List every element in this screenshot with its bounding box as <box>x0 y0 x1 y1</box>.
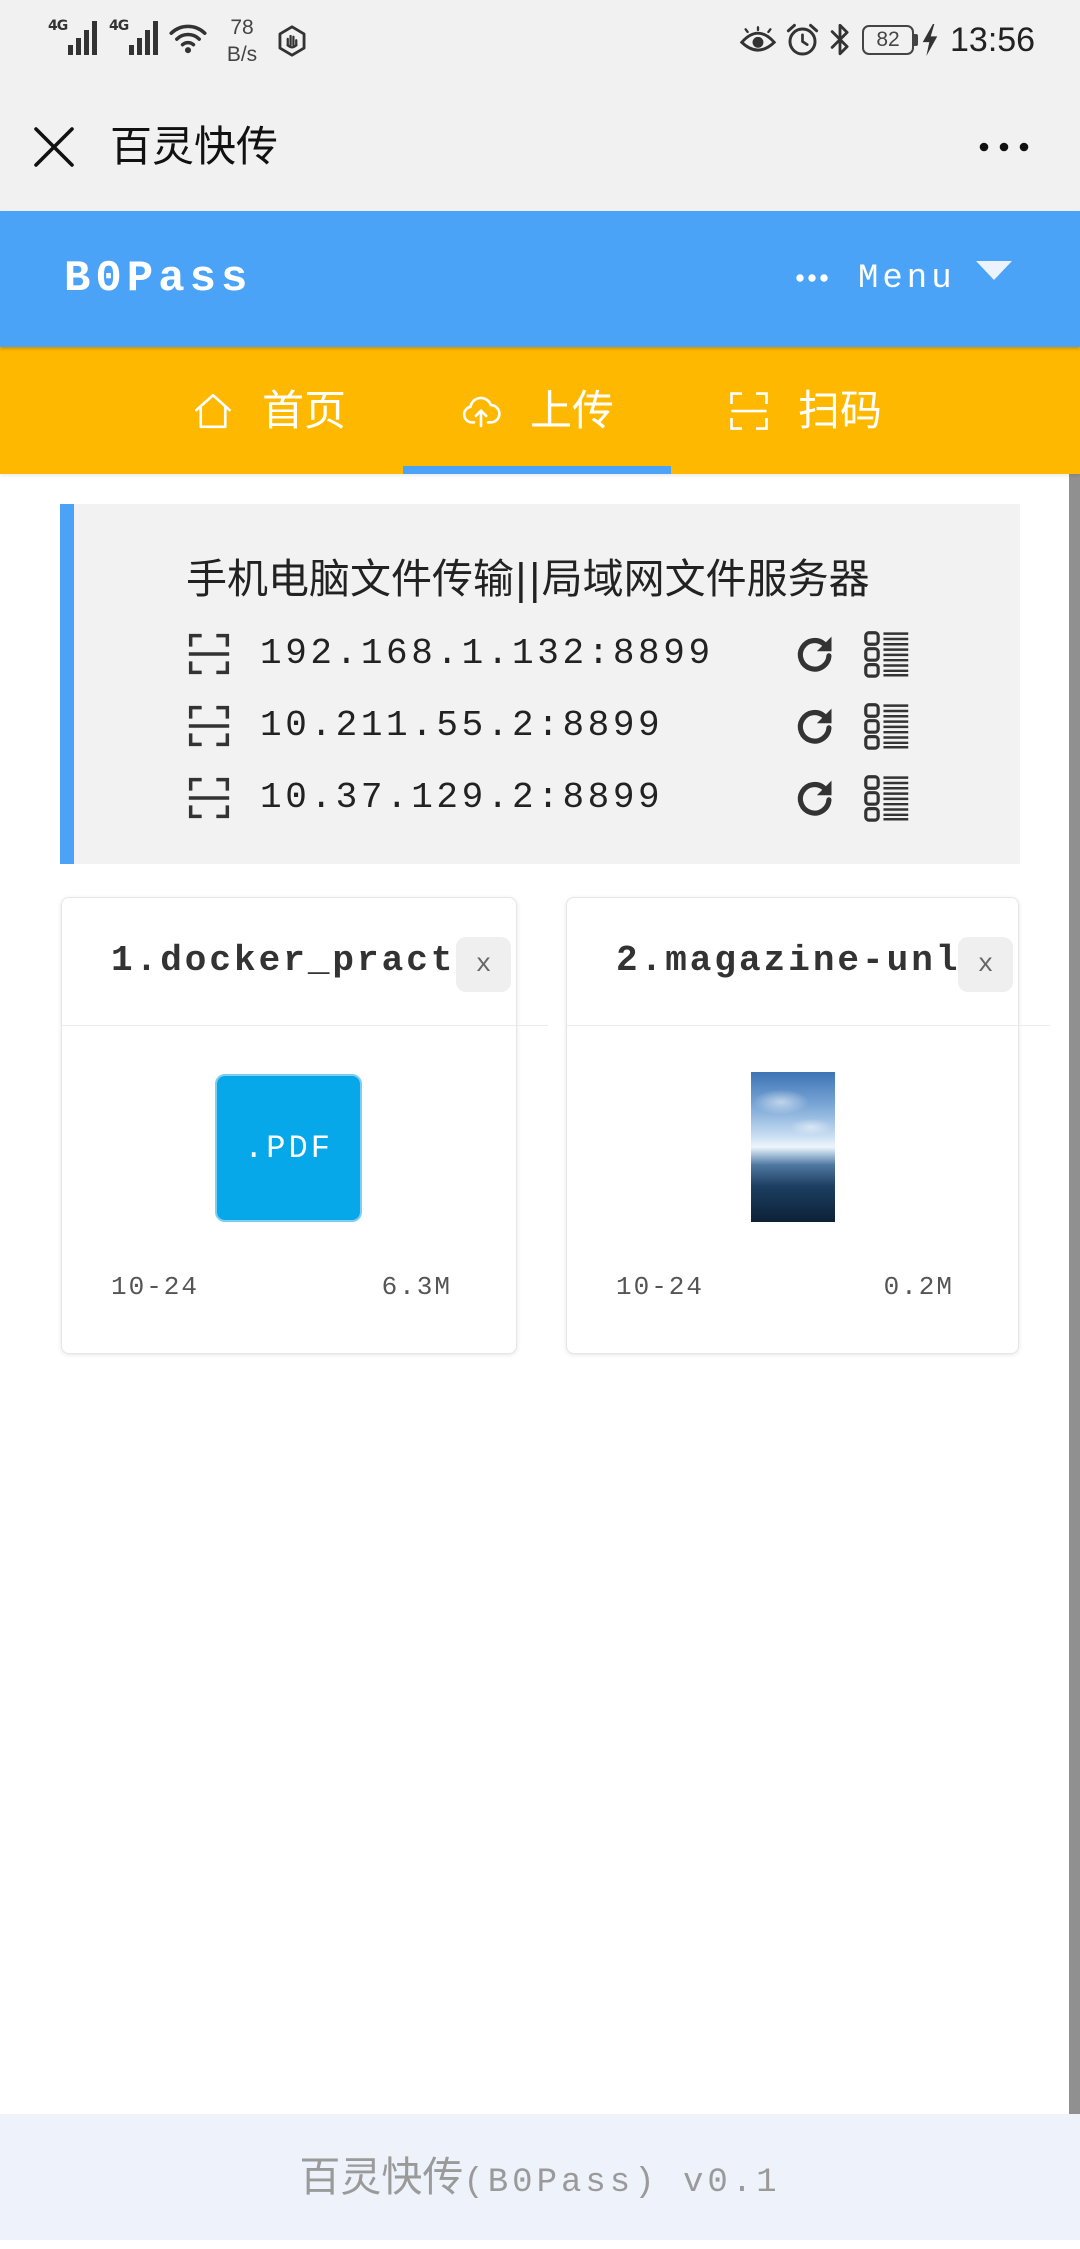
pdf-thumbnail-icon[interactable]: .PDF <box>215 1074 362 1222</box>
list-icon[interactable] <box>863 703 911 750</box>
file-name: 1.docker_pract <box>111 940 456 981</box>
network-speed-value: 78 <box>230 16 254 39</box>
image-thumbnail-icon[interactable] <box>751 1072 835 1222</box>
file-card: 2.magazine-unl x 10-24 0.2M <box>566 897 1050 1354</box>
tab-label: 上传 <box>529 385 614 435</box>
thumbnail-label: .PDF <box>244 1129 333 1167</box>
charging-icon <box>921 24 939 56</box>
nav-tabs: 首页 上传 扫码 <box>135 347 939 474</box>
more-icon[interactable] <box>978 141 1030 153</box>
remove-file-button[interactable]: x <box>456 937 511 992</box>
status-time: 13:56 <box>950 21 1036 59</box>
card-divider <box>567 1025 1050 1026</box>
nav-bar: 首页 上传 扫码 <box>0 347 1080 474</box>
caret-down-icon <box>976 261 1012 280</box>
menu-button[interactable]: Menu <box>790 241 1020 317</box>
file-date: 10-24 <box>111 1272 200 1302</box>
wifi-icon <box>167 22 209 54</box>
file-size: 0.2M <box>883 1272 954 1302</box>
tab-upload[interactable]: 上传 <box>403 347 671 474</box>
file-name: 2.magazine-unl <box>616 940 961 981</box>
scan-icon[interactable] <box>187 632 231 676</box>
file-card: 1.docker_pract x .PDF 10-24 6.3M <box>61 897 548 1354</box>
remove-file-button[interactable]: x <box>958 937 1013 992</box>
signal-bars-icon <box>129 21 161 55</box>
server-address[interactable]: 10.211.55.2:8899 <box>260 704 663 748</box>
upload-cloud-icon <box>460 390 502 432</box>
menu-label: Menu <box>858 260 956 298</box>
home-icon <box>192 390 234 432</box>
tab-label: 扫码 <box>797 385 882 435</box>
tab-home[interactable]: 首页 <box>135 347 403 474</box>
file-size: 6.3M <box>381 1272 452 1302</box>
scan-icon[interactable] <box>187 776 231 820</box>
signal-bars-icon <box>68 21 100 55</box>
battery-cap <box>914 34 918 46</box>
network-type-label: 4G <box>109 18 129 34</box>
network-type-label: 4G <box>48 18 68 34</box>
hand-gesture-icon <box>275 24 309 58</box>
bluetooth-icon <box>830 21 850 58</box>
network-speed-unit: B/s <box>226 43 258 66</box>
signal-icon: 4G <box>48 18 102 56</box>
server-address[interactable]: 10.37.129.2:8899 <box>260 776 663 820</box>
close-icon[interactable] <box>33 126 75 168</box>
footer-app-name: 百灵快传 <box>299 2153 464 2201</box>
refresh-icon[interactable] <box>793 704 837 748</box>
brand-logo-text[interactable]: B0Pass <box>64 253 252 305</box>
card-divider <box>62 1025 548 1026</box>
scan-icon[interactable] <box>187 704 231 748</box>
list-icon[interactable] <box>863 775 911 822</box>
server-address[interactable]: 192.168.1.132:8899 <box>260 632 714 676</box>
page-title: 百灵快传 <box>110 122 279 171</box>
tab-scan[interactable]: 扫码 <box>671 347 939 474</box>
eye-icon <box>739 26 777 54</box>
address-row: 192.168.1.132:8899 <box>74 618 1020 690</box>
server-info-panel: 手机电脑文件传输||局域网文件服务器 192.168.1.132:8899 10… <box>60 504 1020 864</box>
scrollbar[interactable] <box>1069 474 1080 2114</box>
footer: 百灵快传(B0Pass) v0.1 <box>0 2114 1080 2240</box>
alarm-icon <box>785 22 820 57</box>
address-row: 10.211.55.2:8899 <box>74 690 1020 762</box>
list-icon[interactable] <box>863 631 911 678</box>
refresh-icon[interactable] <box>793 776 837 820</box>
tab-label: 首页 <box>261 385 346 435</box>
dots-icon <box>795 273 829 283</box>
battery-icon: 82 <box>862 25 914 55</box>
file-date: 10-24 <box>616 1272 705 1302</box>
title-bar: 百灵快传 <box>0 79 1080 211</box>
app-header: B0Pass Menu <box>0 211 1080 347</box>
refresh-icon[interactable] <box>793 632 837 676</box>
status-bar: 4G 4G 78 B/s 82 13:56 <box>0 0 1080 79</box>
footer-version: (B0Pass) v0.1 <box>463 2164 781 2202</box>
network-speed: 78 B/s <box>220 0 264 79</box>
server-info-title: 手机电脑文件传输||局域网文件服务器 <box>186 555 870 603</box>
address-row: 10.37.129.2:8899 <box>74 762 1020 834</box>
scan-icon <box>728 390 770 432</box>
signal-icon: 4G <box>109 18 163 56</box>
